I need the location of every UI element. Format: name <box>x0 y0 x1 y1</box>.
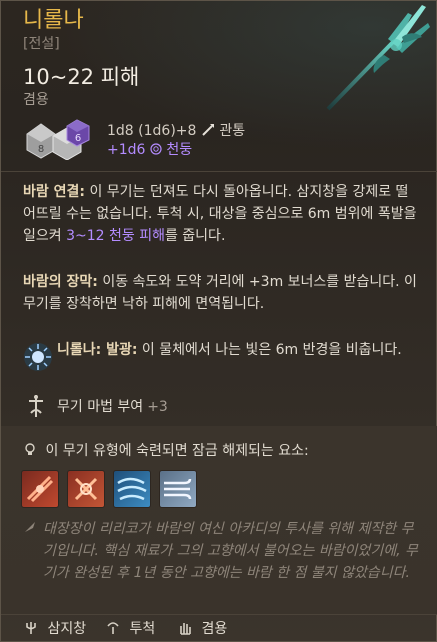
dice-damage-text: 1d8 (1d6)+8 관통 <box>107 122 245 140</box>
lightbulb-icon <box>25 443 35 455</box>
property-label: 삼지창 <box>47 621 87 637</box>
action-wind-blast-icon[interactable] <box>113 470 151 508</box>
dice-icon: 8 6 <box>26 119 90 160</box>
dice-line: 1d8 (1d6)+8 <box>107 123 197 139</box>
enchant-text: 무기 마법 부여 +3 <box>57 396 168 416</box>
property-label: 겸용 <box>201 621 228 637</box>
feature-glow: 니롤나: 발광: 이 물체에서 나는 빛은 6m 반경을 비춥니다. <box>23 339 418 383</box>
action-gust-icon[interactable] <box>159 470 197 508</box>
proficiency-title-text: 이 무기 유형에 숙련되면 잠금 해제되는 요소: <box>45 443 309 459</box>
action-slash-icon[interactable] <box>21 470 59 508</box>
die-face-2: 6 <box>75 133 81 144</box>
property-label: 투척 <box>129 621 156 637</box>
property-trident: 삼지창 <box>23 618 86 638</box>
enchant-icon <box>29 395 43 417</box>
trident-weapon-art <box>326 5 430 111</box>
divider <box>1 171 437 172</box>
ability-title: 바람 연결: <box>23 184 85 200</box>
ability-wind-bond: 바람 연결: 이 무기는 던져도 다시 돌아옵니다. 삼지창을 강제로 떨어뜨릴… <box>23 181 418 247</box>
trident-icon <box>26 622 36 634</box>
property-thrown: 투척 <box>105 618 155 638</box>
property-versatile: 겸용 <box>177 618 227 638</box>
item-header: 니롤나 [전설] 10~22 피해 겸용 8 6 1d8 (1d6)+8 관통 … <box>1 1 436 175</box>
lore-text: 대장장이 리리코가 바람의 여신 아카디의 투사를 위해 제작한 무기입니다. … <box>43 521 418 581</box>
ability-highlight: 3~12 천둥 피해 <box>66 228 165 244</box>
feature-description: 이 물체에서 나는 빛은 6m 반경을 비춥니다. <box>137 342 402 358</box>
quill-icon <box>25 522 35 532</box>
item-tooltip: 니롤나 [전설] 10~22 피해 겸용 8 6 1d8 (1d6)+8 관통 … <box>0 0 437 642</box>
extra-dice: +1d6 <box>107 142 146 158</box>
enchant-bonus: +3 <box>147 399 168 415</box>
extra-damage-text: +1d6 천둥 <box>107 141 192 159</box>
extra-type: 천둥 <box>166 142 193 158</box>
thunder-icon <box>150 143 162 155</box>
action-strike-icon[interactable] <box>67 470 105 508</box>
proficiency-title: 이 무기 유형에 숙련되면 잠금 해제되는 요소: <box>23 440 309 460</box>
proficiency-actions <box>21 470 221 510</box>
weapon-enchant-row: 무기 마법 부여 +3 <box>23 391 418 419</box>
piercing-icon <box>202 124 214 136</box>
damage-dice-row: 8 6 1d8 (1d6)+8 관통 +1d6 천둥 <box>23 118 423 160</box>
enchant-label: 무기 마법 부여 <box>57 399 144 415</box>
light-burst-icon <box>24 343 52 371</box>
feature-title: 니롤나: 발광: <box>57 342 138 358</box>
ability-wind-veil: 바람의 장막: 이동 속도와 도약 거리에 +3m 보너스를 받습니다. 이 무… <box>23 271 418 315</box>
die-face-1: 8 <box>38 144 44 155</box>
weapon-properties: 삼지창 투척 겸용 <box>23 614 418 640</box>
ability-title: 바람의 장막: <box>23 274 98 290</box>
proficiency-section: 이 무기 유형에 숙련되면 잠금 해제되는 요소: 대장장이 리리코가 바람의 … <box>1 426 437 614</box>
damage-type: 관통 <box>219 123 246 139</box>
hand-icon <box>180 623 191 635</box>
throw-icon <box>107 622 119 634</box>
ability-text-after: 를 줍니다. <box>164 228 226 244</box>
feature-text: 니롤나: 발광: 이 물체에서 나는 빛은 6m 반경을 비춥니다. <box>57 339 402 361</box>
